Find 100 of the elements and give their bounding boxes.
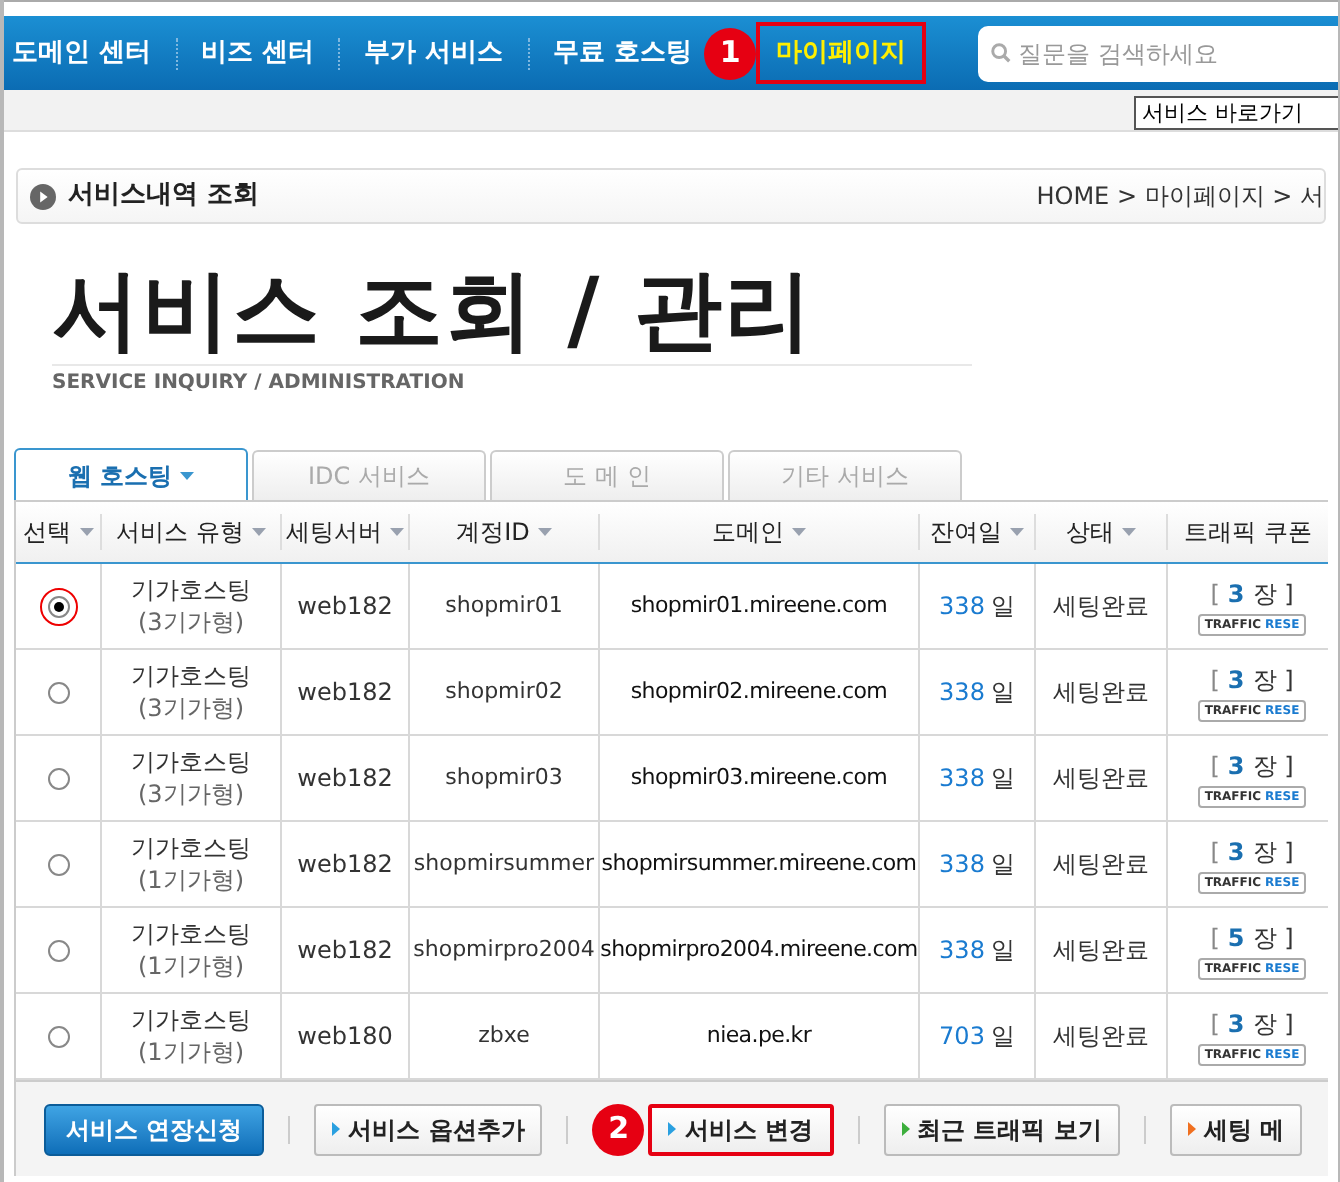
- table-cell: 세팅완료: [1036, 994, 1168, 1078]
- coupon-unit: 장 ]: [1252, 836, 1294, 870]
- tab[interactable]: 웹 호스팅: [14, 448, 248, 500]
- table-cell: 기가호스팅: [131, 832, 251, 864]
- nav-item[interactable]: 부가 서비스: [364, 33, 504, 73]
- table-cell: shopmirsummer.mireene.com: [600, 822, 920, 906]
- nav-item[interactable]: 비즈 센터: [201, 33, 315, 73]
- coupon-count: 3: [1227, 664, 1245, 698]
- search-icon: [990, 42, 1013, 64]
- table-cell: (1기가형): [138, 864, 244, 896]
- radio-button[interactable]: [47, 939, 69, 961]
- days-unit: 일: [990, 1020, 1015, 1054]
- table-cell: 기가호스팅: [131, 1004, 251, 1036]
- play-circle-icon: [30, 183, 56, 209]
- table-cell: (3기가형): [138, 606, 244, 638]
- table-cell: (3기가형): [138, 692, 244, 724]
- bracket: [: [1210, 836, 1220, 870]
- table-cell: shopmirpro2004.mireene.com: [600, 908, 920, 992]
- breadcrumb: HOME > 마이페이지 > 서: [1036, 180, 1324, 214]
- coupon-unit: 장 ]: [1252, 1008, 1294, 1042]
- table-cell: shopmir01: [410, 564, 600, 648]
- table-cell: web182: [282, 736, 410, 820]
- coupon-count: 3: [1227, 1008, 1245, 1042]
- days-unit: 일: [990, 848, 1015, 882]
- column-header[interactable]: 세팅서버: [282, 514, 410, 550]
- bracket: [: [1210, 1008, 1220, 1042]
- coupon-unit: 장 ]: [1252, 664, 1294, 698]
- table-cell: web180: [282, 994, 410, 1078]
- nav-item[interactable]: 무료 호스팅: [553, 33, 693, 73]
- days-unit: 일: [990, 676, 1015, 710]
- table-cell: niea.pe.kr: [600, 994, 920, 1078]
- table-cell: shopmir01.mireene.com: [600, 564, 920, 648]
- table-cell: shopmirsummer: [410, 822, 600, 906]
- table-cell: web182: [282, 822, 410, 906]
- table-cell: 기가호스팅: [131, 746, 251, 778]
- nav-item[interactable]: 마이페이지: [756, 21, 927, 85]
- table-cell: web182: [282, 650, 410, 734]
- table-cell: 기가호스팅: [131, 574, 251, 606]
- column-header[interactable]: 서비스 유형: [102, 514, 282, 550]
- coupon-count: 3: [1227, 836, 1245, 870]
- table-cell: 세팅완료: [1036, 736, 1168, 820]
- table-cell: shopmir03.mireene.com: [600, 736, 920, 820]
- coupon-unit: 장 ]: [1252, 750, 1294, 784]
- bracket: [: [1210, 664, 1220, 698]
- table-cell: shopmir02.mireene.com: [600, 650, 920, 734]
- table-cell: 세팅완료: [1036, 564, 1168, 648]
- coupon-count: 5: [1227, 922, 1245, 956]
- coupon-unit: 장 ]: [1252, 922, 1294, 956]
- column-header[interactable]: 잔여일: [920, 514, 1036, 550]
- shortcut-select[interactable]: 서비스 바로가기: [1134, 96, 1338, 130]
- table-cell: 세팅완료: [1036, 908, 1168, 992]
- nav-item[interactable]: 도메인 센터: [12, 33, 152, 73]
- bracket: [: [1210, 922, 1220, 956]
- table-cell: 기가호스팅: [131, 918, 251, 950]
- page-subtitle: SERVICE INQUIRY / ADMINISTRATION: [52, 364, 972, 398]
- table-cell: (1기가형): [138, 950, 244, 982]
- callout-number-badge: 1: [704, 27, 757, 79]
- radio-button[interactable]: [47, 853, 69, 875]
- action-button[interactable]: 세팅 메: [1169, 1103, 1303, 1155]
- table-cell: web182: [282, 564, 410, 648]
- days-unit: 일: [990, 934, 1015, 968]
- days-remaining: 338: [939, 934, 985, 968]
- bracket: [: [1210, 750, 1220, 784]
- days-remaining: 338: [939, 848, 985, 882]
- table-cell: shopmirpro2004: [410, 908, 600, 992]
- table-cell: (3기가형): [138, 778, 244, 810]
- column-header[interactable]: 트래픽 쿠폰: [1168, 502, 1328, 562]
- table-cell: shopmir02: [410, 650, 600, 734]
- coupon-count: 3: [1227, 578, 1245, 612]
- days-remaining: 703: [939, 1020, 985, 1054]
- table-cell: web182: [282, 908, 410, 992]
- radio-button[interactable]: [47, 767, 69, 789]
- section-title: 서비스내역 조회: [68, 178, 260, 215]
- page-title: 서비스 조회 / 관리: [52, 260, 817, 364]
- table-cell: zbxe: [410, 994, 600, 1078]
- column-header[interactable]: 선택: [16, 514, 102, 550]
- column-header[interactable]: 계정ID: [410, 514, 600, 550]
- table-cell: shopmir03: [410, 736, 600, 820]
- days-unit: 일: [990, 762, 1015, 796]
- search-box[interactable]: 질문을 검색하세요: [978, 25, 1338, 81]
- radio-button[interactable]: [47, 1025, 69, 1047]
- coupon-unit: 장 ]: [1252, 578, 1294, 612]
- extend-service-button[interactable]: 서비스 연장신청: [44, 1103, 265, 1155]
- table-cell: 기가호스팅: [131, 660, 251, 692]
- action-button[interactable]: 서비스 옵션추가: [314, 1103, 543, 1155]
- action-button[interactable]: 최근 트래픽 보기: [883, 1103, 1120, 1155]
- days-remaining: 338: [939, 676, 985, 710]
- days-unit: 일: [990, 590, 1015, 624]
- search-field[interactable]: 질문을 검색하세요: [1018, 35, 1338, 71]
- table-cell: 세팅완료: [1036, 650, 1168, 734]
- callout-number-badge: 2: [592, 1103, 645, 1155]
- caret-icon: [180, 471, 195, 479]
- action-button[interactable]: 서비스 변경: [648, 1103, 834, 1155]
- days-remaining: 338: [939, 590, 985, 624]
- bracket: [: [1210, 578, 1220, 612]
- radio-button[interactable]: [47, 681, 69, 703]
- coupon-count: 3: [1227, 750, 1245, 784]
- column-header[interactable]: 상태: [1036, 514, 1168, 550]
- column-header[interactable]: 도메인: [600, 514, 920, 550]
- days-remaining: 338: [939, 762, 985, 796]
